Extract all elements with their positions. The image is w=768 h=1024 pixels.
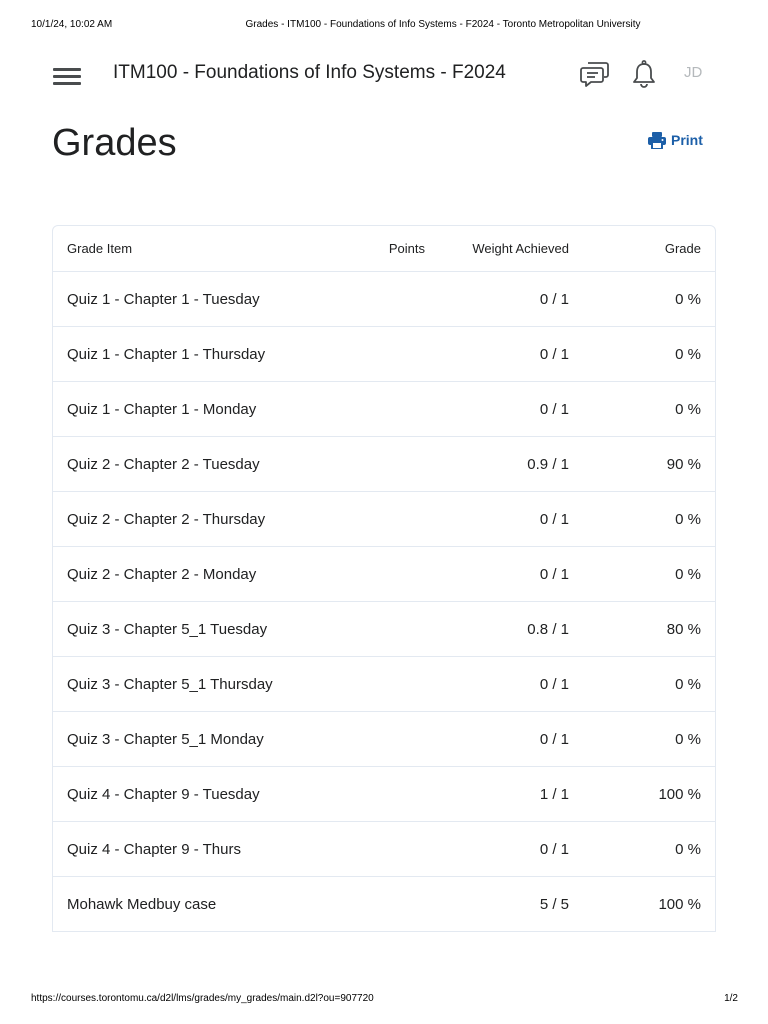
user-avatar[interactable]: JD (684, 64, 702, 81)
weight-achieved-cell: 0 / 1 (439, 492, 583, 547)
grade-item-cell[interactable]: Quiz 2 - Chapter 2 - Monday (53, 547, 369, 602)
header-grade-item: Grade Item (53, 226, 369, 272)
print-footer: https://courses.torontomu.ca/d2l/lms/gra… (0, 993, 768, 1007)
header-weight-achieved: Weight Achieved (439, 226, 583, 272)
table-row: Quiz 3 - Chapter 5_1 Tuesday 0.8 / 1 80 % (53, 602, 715, 657)
grade-cell: 0 % (583, 822, 715, 877)
grade-item-cell[interactable]: Quiz 3 - Chapter 5_1 Thursday (53, 657, 369, 712)
table-row: Mohawk Medbuy case 5 / 5 100 % (53, 877, 715, 931)
grade-cell: 100 % (658, 895, 701, 913)
grade-item-cell[interactable]: Quiz 1 - Chapter 1 - Monday (53, 382, 369, 437)
points-cell (369, 822, 439, 877)
points-cell (369, 437, 439, 492)
points-cell (369, 547, 439, 602)
table-row: Quiz 4 - Chapter 9 - Thurs 0 / 10 % (53, 822, 715, 877)
grade-item-cell[interactable]: Quiz 2 - Chapter 2 - Thursday (53, 492, 369, 547)
points-cell (369, 767, 439, 822)
print-label: Print (671, 132, 703, 148)
grade-cell: 0 % (583, 547, 715, 602)
points-cell (369, 327, 439, 382)
weight-achieved-cell: 1 / 1 (439, 767, 583, 822)
header-grade: Grade (583, 226, 715, 272)
grade-item-cell[interactable]: Quiz 4 - Chapter 9 - Tuesday (53, 767, 369, 822)
points-cell (369, 657, 439, 712)
grade-cell: 100 % (583, 767, 715, 822)
grade-cell: 80 % (583, 602, 715, 657)
grade-cell: 0 % (583, 327, 715, 382)
printer-icon (648, 131, 666, 149)
table-row: Quiz 3 - Chapter 5_1 Thursday 0 / 10 % (53, 657, 715, 712)
table-row: Quiz 1 - Chapter 1 - Tuesday 0 / 10 % (53, 272, 715, 327)
table-row: Quiz 3 - Chapter 5_1 Monday 0 / 10 % (53, 712, 715, 767)
points-cell (369, 712, 439, 767)
course-title[interactable]: ITM100 - Foundations of Info Systems - F… (113, 62, 506, 84)
weight-achieved-cell: 0 / 1 (439, 272, 583, 327)
chat-icon[interactable] (580, 58, 612, 90)
bell-icon[interactable] (628, 58, 660, 90)
table-row: Quiz 4 - Chapter 9 - Tuesday 1 / 1 100 % (53, 767, 715, 822)
points-cell (369, 382, 439, 437)
grade-item-cell[interactable]: Quiz 1 - Chapter 1 - Thursday (53, 327, 369, 382)
grade-cell: 0 % (583, 712, 715, 767)
grade-item-cell[interactable]: Quiz 3 - Chapter 5_1 Monday (53, 712, 369, 767)
weight-achieved-cell: 0 / 1 (439, 657, 583, 712)
print-page-title: Grades - ITM100 - Foundations of Info Sy… (245, 19, 641, 30)
page-title: Grades (52, 122, 177, 164)
weight-achieved-cell: 0 / 1 (439, 822, 583, 877)
table-row: Quiz 1 - Chapter 1 - Thursday 0 / 10 % (53, 327, 715, 382)
table-row: Quiz 2 - Chapter 2 - Thursday 0 / 10 % (53, 492, 715, 547)
header-points: Points (369, 226, 439, 272)
grade-cell: 0 % (583, 382, 715, 437)
print-page-number: 1/2 (724, 993, 738, 1004)
table-row: Quiz 2 - Chapter 2 - Tuesday 0.9 / 1 90 % (53, 437, 715, 492)
weight-achieved-cell: 0 / 1 (439, 382, 583, 437)
grade-cell: 90 % (583, 437, 715, 492)
table-row: Quiz 1 - Chapter 1 - Monday 0 / 10 % (53, 382, 715, 437)
weight-achieved-cell: 0 / 1 (439, 547, 583, 602)
table-row: Quiz 2 - Chapter 2 - Monday 0 / 10 % (53, 547, 715, 602)
grade-cell: 0 % (583, 657, 715, 712)
points-cell (369, 877, 439, 931)
weight-achieved-cell: 0.9 / 1 (439, 437, 583, 492)
grade-item-cell[interactable]: Quiz 4 - Chapter 9 - Thurs (53, 822, 369, 877)
weight-achieved-cell: 0 / 1 (439, 712, 583, 767)
grade-item-cell[interactable]: Mohawk Medbuy case (53, 877, 369, 931)
course-navbar: ITM100 - Foundations of Info Systems - F… (0, 52, 768, 98)
grade-item-cell[interactable]: Quiz 3 - Chapter 5_1 Tuesday (53, 602, 369, 657)
grade-cell: 0 % (583, 492, 715, 547)
weight-achieved-cell: 0.8 / 1 (439, 602, 583, 657)
print-header: 10/1/24, 10:02 AM Grades - ITM100 - Foun… (0, 19, 768, 33)
table-header-row: Grade Item Points Weight Achieved Grade (53, 226, 715, 272)
grade-cell: 0 % (583, 272, 715, 327)
menu-icon[interactable] (52, 64, 82, 88)
grades-table: Grade Item Points Weight Achieved Grade … (52, 225, 716, 932)
points-cell (369, 602, 439, 657)
grade-item-cell[interactable]: Quiz 2 - Chapter 2 - Tuesday (53, 437, 369, 492)
points-cell (369, 492, 439, 547)
print-url: https://courses.torontomu.ca/d2l/lms/gra… (31, 993, 374, 1004)
weight-achieved-cell: 5 / 5 (539, 895, 569, 913)
points-cell (369, 272, 439, 327)
weight-achieved-cell: 0 / 1 (439, 327, 583, 382)
grade-item-cell[interactable]: Quiz 1 - Chapter 1 - Tuesday (53, 272, 369, 327)
print-button[interactable]: Print (648, 130, 703, 150)
